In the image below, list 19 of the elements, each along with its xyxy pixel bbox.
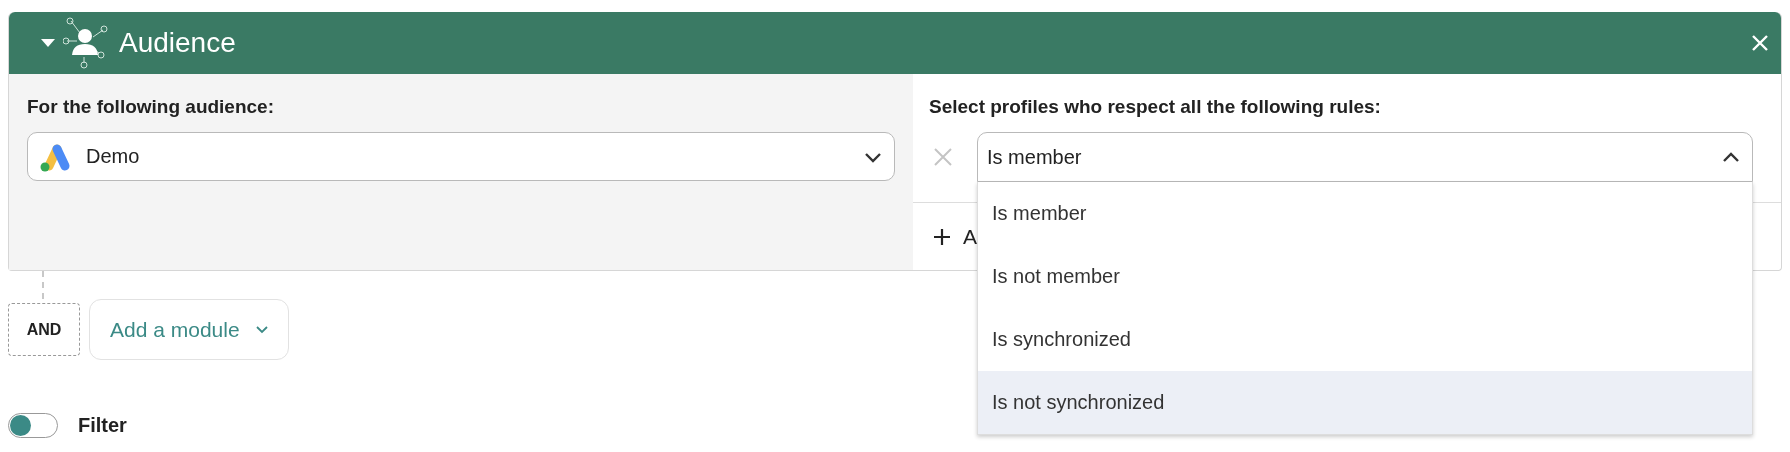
close-icon[interactable]: [1751, 34, 1769, 52]
rule-select[interactable]: Is member: [977, 132, 1753, 182]
audience-select[interactable]: Demo: [27, 132, 895, 181]
dropdown-option[interactable]: Is member: [978, 182, 1752, 245]
operator-label: AND: [8, 303, 80, 356]
add-module-button[interactable]: Add a module: [89, 299, 289, 360]
dropdown-option[interactable]: Is not member: [978, 245, 1752, 308]
toggle-label: Filter: [78, 414, 127, 437]
dropdown-option[interactable]: Is not synchronized: [978, 371, 1752, 434]
chevron-icon: [255, 325, 268, 334]
field-label: Select profiles who respect all the following rules:: [929, 96, 1382, 118]
dropdown-option[interactable]: Is synchronized: [978, 308, 1752, 371]
add-rule-button[interactable]: A: [913, 203, 977, 249]
chevron-icon: [1722, 151, 1740, 163]
caret-icon[interactable]: [41, 38, 55, 48]
plus-icon: [933, 228, 951, 246]
module-title: Audience: [119, 27, 236, 59]
audience-icon: [63, 17, 109, 69]
field-label: For the following audience:: [27, 96, 275, 118]
